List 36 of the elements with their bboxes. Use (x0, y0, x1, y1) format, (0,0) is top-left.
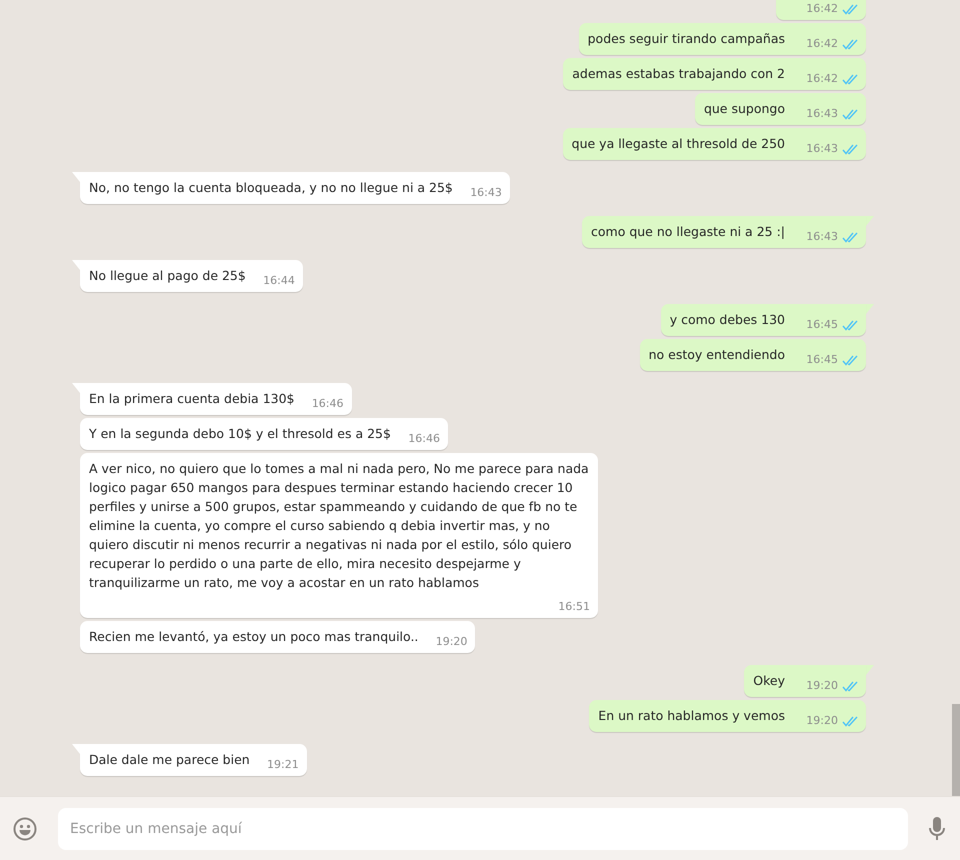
message-time: 16:45 (806, 353, 838, 367)
message-time: 19:20 (806, 714, 838, 728)
message-text: no estoy entendiendo (648, 346, 785, 364)
message-text: y como debes 130 (670, 311, 785, 329)
message-text: A ver nico, no quiero que lo tomes a mal ni nada pero, No me parece para nada logico pagar 650 mangos para despues terminar estando haciendo crecer 10 perfiles y unirse a 500 grupos, estar spammeando y cuidando de que fb no te elimine la cuenta, yo compre el curso sabiendo q debia invertir mas, y no quiero discutir ni menos recurrir a negativas ni nada por el estilo, sólo quiero recuperar lo perdido o una parte de ello, mira necesito despejarme y tranquilizarme un rato, me voy a acostar en un rato hablamos (89, 460, 589, 592)
message-time: 16:51 (558, 600, 590, 614)
message-time: 16:42 (806, 72, 838, 86)
message-text: No llegue al pago de 25$ (89, 267, 246, 285)
message-time: 16:46 (408, 432, 440, 446)
message-time: 16:42 (806, 2, 838, 16)
message-text: Recien me levantó, ya estoy un poco mas tranquilo.. (89, 628, 418, 646)
message-text: En un rato hablamos y vemos (598, 707, 785, 725)
message-time: 16:43 (806, 107, 838, 121)
emoji-icon[interactable] (12, 816, 38, 842)
message-time: 16:46 (312, 397, 344, 411)
message-text: Okey (753, 672, 785, 690)
message-text: ademas estabas trabajando con 2 (572, 65, 785, 83)
message-time: 16:43 (470, 186, 502, 200)
message-time: 19:21 (267, 758, 299, 772)
microphone-icon[interactable] (928, 816, 946, 842)
message-text: Dale dale me parece bien (89, 751, 250, 769)
message-time: 16:43 (806, 142, 838, 156)
message-text: En la primera cuenta debia 130$ (89, 390, 295, 408)
message-text: que ya llegaste al thresold de 250 (572, 135, 785, 153)
message-time: 16:42 (806, 37, 838, 51)
message-time: 16:43 (806, 230, 838, 244)
message-text: No, no tengo la cuenta bloqueada, y no no llegue ni a 25$ (89, 179, 453, 197)
message-text: como que no llegaste ni a 25 :| (591, 223, 785, 241)
message-time: 19:20 (806, 679, 838, 693)
message-time: 16:45 (806, 318, 838, 332)
message-text: podes seguir tirando campañas (588, 30, 785, 48)
message-text: que supongo (704, 100, 785, 118)
message-text: Y en la segunda debo 10$ y el thresold es a 25$ (89, 425, 391, 443)
message-input-field[interactable]: Escribe un mensaje aquí (58, 808, 908, 850)
message-time: 16:44 (263, 274, 295, 288)
message-time: 19:20 (436, 635, 468, 649)
